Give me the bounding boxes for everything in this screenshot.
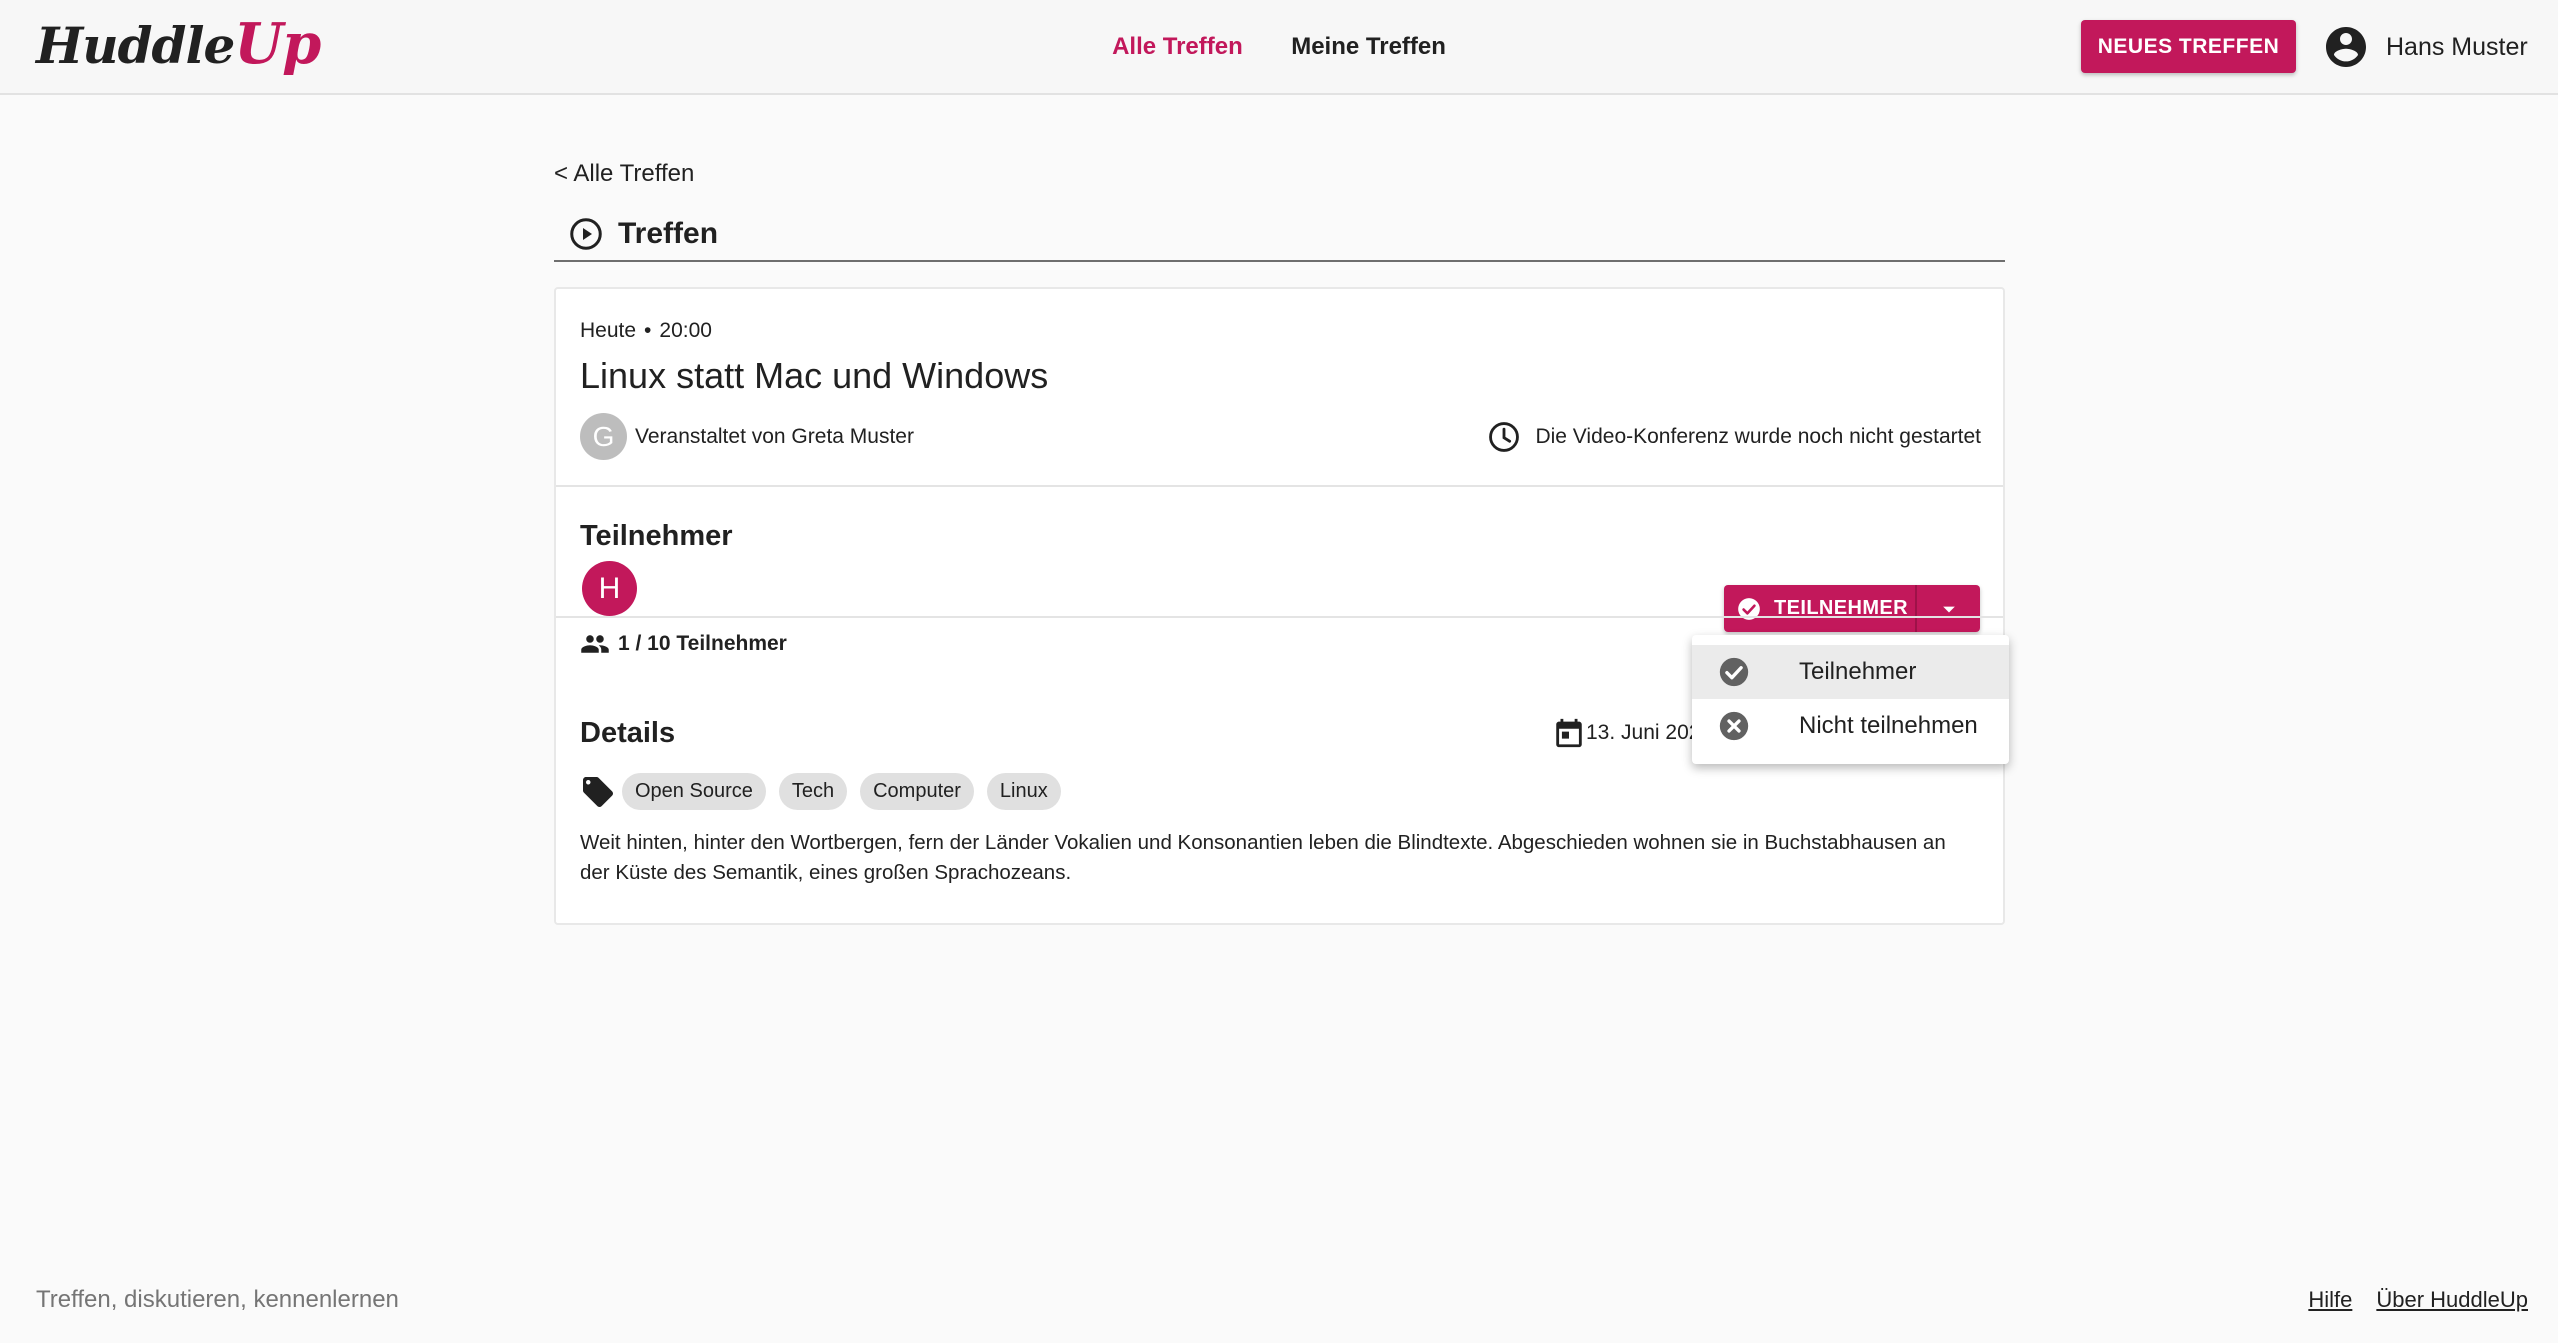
account-circle-icon (2326, 27, 2366, 67)
nav-alle-treffen[interactable]: Alle Treffen (1112, 30, 1243, 64)
meeting-card: Heute • 20:00 Linux statt Mac und Windows … (554, 287, 2005, 925)
participation-button[interactable]: TEILNEHMER (1724, 585, 1915, 632)
people-icon (581, 635, 609, 653)
video-status-text: Die Video-Konferenz wurde noch nicht ges… (1535, 425, 1981, 448)
footer-links: Hilfe Über HuddleUp (2284, 1283, 2528, 1317)
huddleup-logo[interactable]: HuddleUp (36, 11, 321, 77)
calendar-icon (1556, 718, 1582, 748)
tag-chip[interactable]: Open Source (622, 773, 766, 810)
cancel-circle-icon (1719, 711, 1749, 741)
organizer-text: Veranstaltet von Greta Muster (635, 424, 914, 448)
details-title: Details (580, 717, 676, 749)
logo-main-text: Huddle (36, 16, 235, 75)
datetime-separator: • (644, 319, 652, 342)
tag-list: Open Source Tech Computer Linux (580, 773, 1074, 810)
organizer: G Veranstaltet von Greta Muster (580, 413, 914, 460)
new-meeting-button[interactable]: NEUES TREFFEN (2081, 20, 2296, 73)
participant-count: 1 / 10 Teilnehmer (580, 629, 787, 659)
menu-item-decline[interactable]: Nicht teilnehmen (1692, 699, 2009, 753)
meeting-datetime: Heute • 20:00 (580, 316, 712, 346)
footer-tagline: Treffen, diskutieren, kennenlernen (36, 1286, 399, 1313)
user-menu[interactable]: Hans Muster (2322, 22, 2528, 72)
user-name: Hans Muster (2386, 32, 2528, 61)
video-status: Die Video-Konferenz wurde noch nicht ges… (1487, 420, 1981, 454)
clock-icon (1489, 422, 1520, 452)
tag-chip[interactable]: Linux (986, 773, 1061, 810)
divider (556, 485, 2003, 487)
meeting-title: Linux statt Mac und Windows (580, 355, 1049, 396)
nav-meine-treffen[interactable]: Meine Treffen (1291, 30, 1446, 64)
play-circle-icon (570, 218, 602, 250)
menu-item-participate[interactable]: Teilnehmer (1692, 645, 2009, 699)
meeting-description: Weit hinten, hinter den Wortbergen, fern… (580, 831, 1946, 884)
meeting-time: 20:00 (659, 319, 712, 342)
meeting-date-text: 13. Juni 2020 (1586, 721, 1696, 744)
tag-icon (583, 776, 613, 807)
participants-title: Teilnehmer (580, 520, 733, 552)
participant-avatar[interactable]: H (582, 561, 637, 616)
tag-chip[interactable]: Tech (778, 773, 848, 810)
section-header: Treffen (554, 214, 2005, 262)
participation-split-button: TEILNEHMER (1724, 585, 1980, 632)
participant-count-text: 1 / 10 Teilnehmer (618, 632, 787, 655)
app-header: HuddleUp Alle Treffen Meine Treffen NEUE… (0, 0, 2558, 95)
arrow-drop-down-icon (1942, 606, 1955, 612)
footer-link-about[interactable]: Über HuddleUp (2376, 1283, 2528, 1317)
meeting-day: Heute (580, 319, 637, 342)
menu-item-label: Teilnehmer (1799, 658, 1917, 685)
participation-menu: Teilnehmer Nicht teilnehmen (1692, 635, 2009, 764)
menu-item-label: Nicht teilnehmen (1799, 712, 1978, 739)
back-link[interactable]: < Alle Treffen (554, 157, 694, 191)
footer-link-help[interactable]: Hilfe (2308, 1283, 2352, 1317)
logo-accent-text: Up (234, 11, 321, 77)
divider (556, 616, 2003, 618)
check-circle-icon (1719, 657, 1749, 687)
organizer-avatar: G (580, 413, 627, 460)
tag-chip[interactable]: Computer (860, 773, 974, 810)
participation-dropdown-toggle[interactable] (1915, 585, 1980, 632)
section-title: Treffen (618, 217, 719, 250)
meeting-date: 13. Juni 2020 (1552, 716, 1696, 750)
